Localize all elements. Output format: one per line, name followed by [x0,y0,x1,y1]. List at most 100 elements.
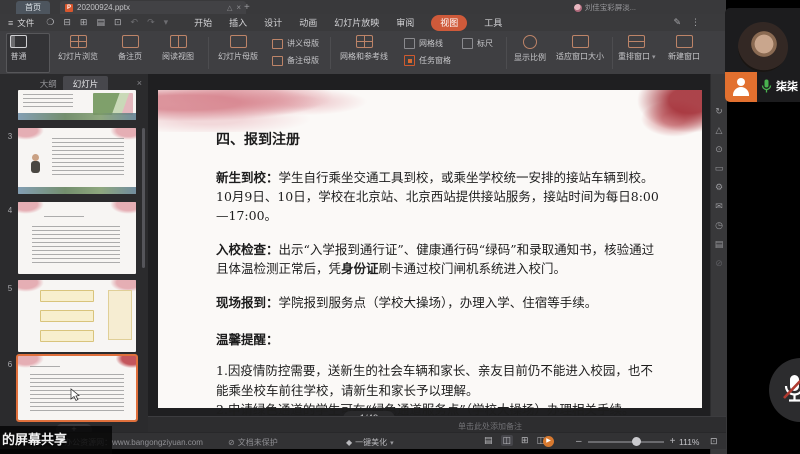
zoom-control: – + [576,436,675,447]
sidebar-scrollbar[interactable] [142,128,145,268]
close-tab-icon[interactable]: × [236,3,241,12]
slide-thumbnail-4[interactable] [18,202,136,274]
reading-view-button[interactable]: 阅读视图 [162,35,194,62]
card-icon[interactable]: ▭ [715,163,724,173]
participant-name: 柒柒 [776,81,798,93]
normal-view-button[interactable]: 普通 [10,35,27,62]
document-protection[interactable]: ⊘ 文档未保护 [228,437,278,448]
open-folder-icon[interactable]: ❍ [46,17,54,28]
save-icon[interactable]: ⊟ [63,17,71,28]
normal-view-label: 普通 [10,52,27,61]
tab-home[interactable]: 开始 [194,16,212,29]
participant-count-tile[interactable] [725,72,757,102]
slide-number: 5 [7,284,13,293]
new-window-button[interactable]: 新建窗口 [668,35,700,62]
document-tab[interactable]: P 20200924.pptx △ × [60,1,246,14]
export-icon[interactable]: ⊞ [80,17,88,28]
outline-tab[interactable]: 大纲 [40,78,57,90]
download-icon[interactable]: ⊙ [715,144,723,154]
account-avatar [573,3,582,12]
cloud-sync-icon[interactable]: △ [227,4,232,12]
grid-guides-button[interactable]: 网格和参考线 [340,35,388,62]
slide-thumbnail-3[interactable] [18,128,136,194]
file-menu[interactable]: ≡ 文件 [8,17,34,29]
fit-window-button[interactable]: 适应窗口大小 [556,35,604,62]
reminder-item: 1.因疫情防控需要，送新生的社会车辆和家长、亲友目前仍不能进入校园，也不能乘坐校… [216,363,653,398]
notes-toggle-icon[interactable]: ▤ [484,435,493,446]
print-preview-icon[interactable]: ⊡ [114,17,122,28]
mic-muted-button[interactable] [769,358,800,422]
tab-view-active[interactable]: 视图 [431,14,468,31]
slide-master-button[interactable]: 幻灯片母版 [218,35,258,62]
ruler-checkbox[interactable]: 标尺 [462,38,493,49]
hamburger-icon: ≡ [8,17,14,28]
settings-icon[interactable]: ⚙ [715,182,723,192]
flowchart-box [40,330,94,342]
current-slide[interactable]: 四、报到注册 新生到校：学生自行乘坐交通工具到校，或乘坐学校统一安排的接站车辆到… [158,90,702,417]
help-icon[interactable]: ⊘ [715,258,723,268]
slide-panel: 大纲 幻灯片 × 3 4 5 6 [0,74,148,435]
tab-tools[interactable]: 工具 [484,16,502,29]
sync-icon[interactable]: ↻ [715,106,723,116]
tab-animation[interactable]: 动画 [299,16,317,29]
redo-icon[interactable]: ↷ [147,17,155,28]
upload-icon[interactable]: △ [716,125,723,135]
slide-sorter-view-icon[interactable]: ⊞ [521,435,529,446]
ribbon-divider [208,37,209,69]
fit-screen-icon[interactable]: ⊡ [710,436,718,447]
normal-view-icon[interactable]: ◫ [500,435,514,446]
ppt-file-icon: P [65,3,73,12]
account-chip[interactable]: 刘佳宝彩屏淡... [573,2,636,13]
zoom-percent[interactable]: 111% [679,437,699,447]
new-tab-button[interactable]: + [244,2,250,13]
zoom-track[interactable] [587,437,664,446]
zoom-in-icon[interactable]: + [670,436,676,447]
new-window-label: 新建窗口 [668,52,700,61]
home-tab[interactable]: 首页 [16,1,50,14]
tab-review[interactable]: 审阅 [396,16,414,29]
history-icon[interactable]: ◷ [715,220,723,230]
image-icon[interactable]: ▤ [715,239,724,249]
paragraph-text: 学生自行乘坐交通工具到校，或乘坐学校统一安排的接站车辆到校。10月9日、10日，… [216,169,659,224]
task-pane-checkbox[interactable]: 任务窗格 [404,55,451,66]
handout-master-button[interactable]: 讲义母版 [272,38,319,49]
zoom-out-icon[interactable]: – [576,436,582,447]
print-icon[interactable]: ▤ [96,17,105,28]
flowchart-side-note [108,290,132,340]
feedback-icon[interactable]: ✉ [715,201,723,211]
panel-close-icon[interactable]: × [137,78,142,88]
tab-slideshow[interactable]: 幻灯片放映 [334,16,379,29]
cartoon-figure [31,161,40,173]
notes-master-button[interactable]: 备注母版 [272,55,319,66]
protect-text: 文档未保护 [237,438,278,447]
slide-sorter-button[interactable]: 幻灯片浏览 [58,35,98,62]
zoom-button[interactable]: 显示比例 [514,35,546,63]
play-slideshow-button[interactable]: ▶ [543,436,554,447]
slide-title: 四、报到注册 [216,132,300,148]
more-menu-icon[interactable]: ⋮ [691,17,700,28]
view-ribbon: 普通 幻灯片浏览 备注页 阅读视图 幻灯片母版 讲义母版 备注母版 网格和参考线… [0,31,726,75]
slide-text-block: 四、报到注册 新生到校：学生自行乘坐交通工具到校，或乘坐学校统一安排的接站车辆到… [216,130,664,419]
reminder-title: 温馨提醒： [216,331,279,347]
thumb-text-placeholder [44,216,84,220]
beautify-button[interactable]: ◆ 一键美化 ▾ [346,437,394,448]
slide-thumbnail-partial[interactable] [18,90,136,120]
video-call-overlay[interactable]: 柒柒 [725,8,800,102]
gridlines-checkbox[interactable]: 网格线 [404,38,443,49]
notes-page-button[interactable]: 备注页 [118,35,142,62]
zoom-knob[interactable] [631,437,641,446]
qat-more-icon[interactable]: ▾ [164,17,169,28]
slide-thumbnail-6-selected[interactable] [16,354,138,422]
notes-bar[interactable]: 单击此处添加备注 [148,416,726,433]
arrange-windows-button[interactable]: 重排窗口 ▾ [618,35,655,62]
slide-thumbnail-5[interactable] [18,280,136,352]
menu-tabs: 开始 插入 设计 动画 幻灯片放映 审阅 视图 工具 [194,14,502,31]
edit-mode-icon[interactable]: ✎ [673,17,681,28]
tab-design[interactable]: 设计 [264,16,282,29]
undo-icon[interactable]: ↶ [131,17,139,28]
screen-share-overlay: 的屏幕共享 [0,426,112,454]
magnifier-icon [523,35,537,49]
checkbox-checked-icon [404,55,415,66]
handout-master-label: 讲义母版 [287,39,319,48]
tab-insert[interactable]: 插入 [229,16,247,29]
